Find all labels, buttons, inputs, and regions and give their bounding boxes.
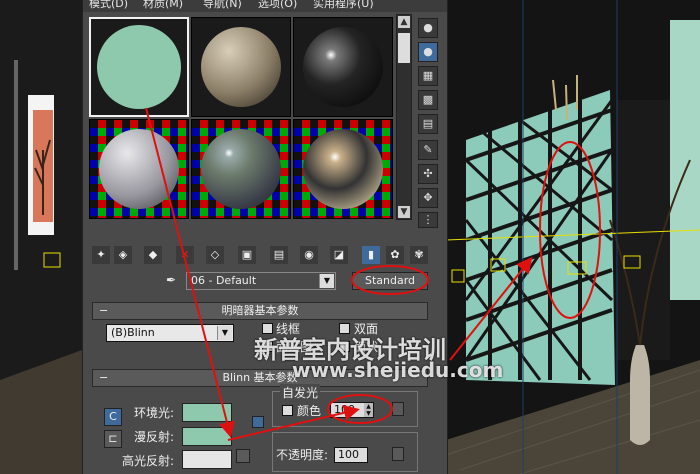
menu-bar: 模式(D) 材质(M) 导航(N) 选项(O) 实用程序(U) <box>83 0 447 12</box>
menu-item-material[interactable]: 材质(M) <box>143 0 183 9</box>
opacity-value[interactable]: 100 <box>334 447 368 463</box>
opacity-value-text: 100 <box>338 448 359 461</box>
background-checker-icon[interactable]: ▦ <box>418 66 438 86</box>
sample-sphere <box>303 129 383 209</box>
rollout-title: Blinn 基本参数 <box>222 371 298 384</box>
menu-item-options[interactable]: 选项(O) <box>258 0 297 9</box>
shader-type-text: (B)Blinn <box>111 326 155 339</box>
material-name-field[interactable]: 06 - Default ▼ <box>186 272 336 290</box>
diffuse-color-swatch[interactable] <box>182 427 232 446</box>
video-color-check-icon[interactable]: ▤ <box>418 114 438 134</box>
get-material-icon[interactable]: ✦ <box>92 246 110 264</box>
watermark-url: www.shejiedu.com <box>292 358 504 382</box>
make-unique-icon[interactable]: ◇ <box>206 246 224 264</box>
sample-slot-6[interactable] <box>293 119 393 219</box>
sample-slot-1[interactable] <box>89 17 189 117</box>
lattice-screen-art <box>464 90 615 385</box>
spinner-arrows-icon[interactable]: ▲ ▼ <box>364 403 373 417</box>
material-name-text: 06 - Default <box>191 274 257 287</box>
link-icon[interactable]: ⊏ <box>104 430 122 448</box>
material-id-icon[interactable]: ▤ <box>270 246 288 264</box>
pick-material-icon[interactable]: ✾ <box>410 246 428 264</box>
self-illumination-value-text: 100 <box>334 403 355 416</box>
sample-slot-5[interactable] <box>191 119 291 219</box>
menu-item-navigation[interactable]: 导航(N) <box>203 0 242 9</box>
menu-item-utilities[interactable]: 实用程序(U) <box>313 0 374 9</box>
eyedropper-icon[interactable]: ✒ <box>166 273 176 287</box>
scroll-thumb[interactable] <box>398 33 410 63</box>
rollout-title: 明暗器基本参数 <box>221 304 299 317</box>
sample-slots-scrollbar[interactable]: ▲ ▼ <box>396 14 412 220</box>
self-illumination-color-checkbox[interactable] <box>282 405 293 416</box>
specular-label: 高光反射: <box>122 454 175 468</box>
backlight-icon[interactable]: ● <box>418 42 438 62</box>
chevron-down-icon[interactable]: ▼ <box>319 274 334 288</box>
chevron-down-icon[interactable]: ▼ <box>217 326 232 340</box>
diffuse-label: 漫反射: <box>134 430 175 444</box>
sample-sphere <box>201 129 281 209</box>
rollout-collapse-icon: − <box>99 371 109 384</box>
show-end-result-icon[interactable]: ◪ <box>330 246 348 264</box>
scroll-up-arrow[interactable]: ▲ <box>398 16 410 28</box>
material-type-button[interactable]: Standard <box>352 272 428 290</box>
sample-sphere <box>99 129 179 209</box>
uv-tiling-icon[interactable]: ▩ <box>418 90 438 110</box>
rollout-collapse-icon: − <box>99 304 109 317</box>
select-by-material-icon[interactable]: ✥ <box>418 188 438 208</box>
lock-ambient-diffuse-button[interactable]: C <box>104 408 122 426</box>
opacity-label: 不透明度: <box>276 448 329 462</box>
ambient-label: 环境光: <box>134 406 175 420</box>
sample-sphere <box>97 25 181 109</box>
self-illumination-color-label: 颜色 <box>297 404 322 418</box>
go-to-parent-icon[interactable]: ▮ <box>362 246 380 264</box>
sample-sphere <box>201 27 281 107</box>
self-illumination-map-button[interactable] <box>392 402 404 416</box>
menu-item-mode[interactable]: 模式(D) <box>89 0 128 9</box>
self-illumination-title: 自发光 <box>280 384 321 401</box>
put-to-library-icon[interactable]: ▣ <box>238 246 256 264</box>
opacity-map-button[interactable] <box>392 447 404 461</box>
sample-slot-2[interactable] <box>191 17 291 117</box>
sample-slot-4[interactable] <box>89 119 189 219</box>
lock-icon[interactable] <box>252 416 264 428</box>
show-map-icon[interactable]: ◉ <box>300 246 318 264</box>
specular-color-swatch[interactable] <box>182 450 232 469</box>
scroll-down-arrow[interactable]: ▼ <box>398 206 410 218</box>
sample-type-icon[interactable]: ● <box>418 18 438 38</box>
shader-type-select[interactable]: (B)Blinn ▼ <box>106 324 234 342</box>
sample-sphere <box>303 27 383 107</box>
sample-slot-3[interactable] <box>293 17 393 117</box>
ambient-color-swatch[interactable] <box>182 403 232 422</box>
put-to-scene-icon[interactable]: ◈ <box>114 246 132 264</box>
specular-map-button[interactable] <box>236 449 250 463</box>
shader-basic-params-rollout[interactable]: − 明暗器基本参数 <box>92 302 428 320</box>
options-icon[interactable]: ✣ <box>418 164 438 184</box>
go-forward-sibling-icon[interactable]: ✿ <box>386 246 404 264</box>
self-illumination-value[interactable]: 100 ▲ ▼ <box>330 402 374 418</box>
assign-to-selection-icon[interactable]: ◆ <box>144 246 162 264</box>
delete-icon[interactable]: ✕ <box>176 246 194 264</box>
make-preview-icon[interactable]: ✎ <box>418 140 438 160</box>
material-map-navigator-icon[interactable]: ⋮ <box>418 212 438 228</box>
